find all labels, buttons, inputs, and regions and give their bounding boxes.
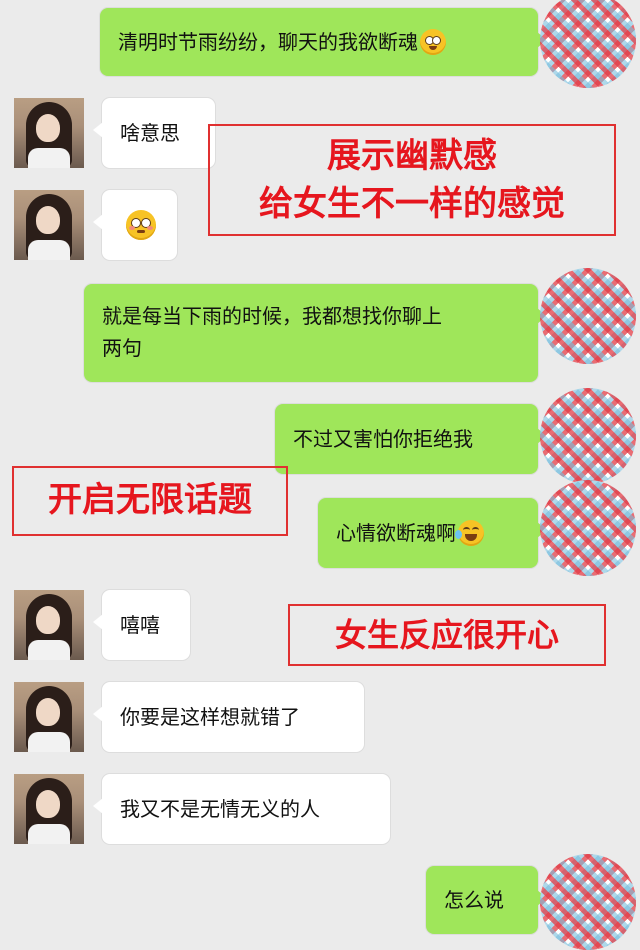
contact-avatar[interactable] [14, 590, 84, 660]
laughing-tears-emoji-icon [455, 520, 484, 546]
message-text: 你要是这样想就错了 [120, 705, 300, 729]
message-bubble-incoming[interactable]: 嘻嘻 [93, 590, 190, 660]
message-bubble-incoming[interactable]: 你要是这样想就错了 [93, 682, 364, 752]
contact-avatar[interactable] [14, 190, 84, 260]
annotation-humor-line1: 展示幽默感 [327, 136, 497, 176]
contact-avatar[interactable] [14, 774, 84, 844]
message-text-line2: 两句 [102, 336, 142, 360]
annotation-humor-line2: 给女生不一样的感觉 [259, 184, 565, 224]
message-bubble-incoming[interactable]: 我又不是无情无义的人 [93, 774, 390, 844]
message-text: 嘻嘻 [120, 613, 160, 637]
message-bubble-incoming[interactable] [93, 190, 177, 260]
message-bubble-incoming[interactable]: 啥意思 [93, 98, 215, 168]
annotation-topics-text: 开启无限话题 [48, 480, 252, 520]
message-text: 怎么说 [444, 888, 504, 912]
my-avatar[interactable] [540, 854, 636, 950]
message-text: 不过又害怕你拒绝我 [293, 427, 473, 451]
message-text: 啥意思 [120, 121, 180, 145]
message-bubble-outgoing[interactable]: 怎么说 [426, 866, 547, 934]
my-avatar[interactable] [540, 388, 636, 484]
message-text: 清明时节雨纷纷，聊天的我欲断魂 [118, 30, 418, 54]
contact-avatar[interactable] [14, 682, 84, 752]
flushed-emoji-icon [125, 210, 156, 240]
my-avatar[interactable] [540, 0, 636, 88]
annotation-humor: 展示幽默感 给女生不一样的感觉 [208, 124, 616, 236]
message-text: 我又不是无情无义的人 [120, 797, 320, 821]
my-avatar[interactable] [540, 268, 636, 364]
message-bubble-outgoing[interactable]: 不过又害怕你拒绝我 [275, 404, 547, 474]
annotation-happy: 女生反应很开心 [288, 604, 606, 666]
message-bubble-outgoing[interactable]: 心情欲断魂啊 [318, 498, 547, 568]
message-text-line1: 就是每当下雨的时候，我都想找你聊上 [102, 304, 442, 328]
annotation-happy-text: 女生反应很开心 [334, 616, 559, 654]
annotation-topics: 开启无限话题 [12, 466, 288, 536]
message-bubble-outgoing[interactable]: 清明时节雨纷纷，聊天的我欲断魂 [100, 8, 547, 76]
my-avatar[interactable] [540, 480, 636, 576]
message-text: 心情欲断魂啊 [336, 521, 456, 545]
contact-avatar[interactable] [14, 98, 84, 168]
message-bubble-outgoing[interactable]: 就是每当下雨的时候，我都想找你聊上 两句 [84, 284, 547, 382]
smiling-sweat-emoji-icon [420, 29, 446, 55]
